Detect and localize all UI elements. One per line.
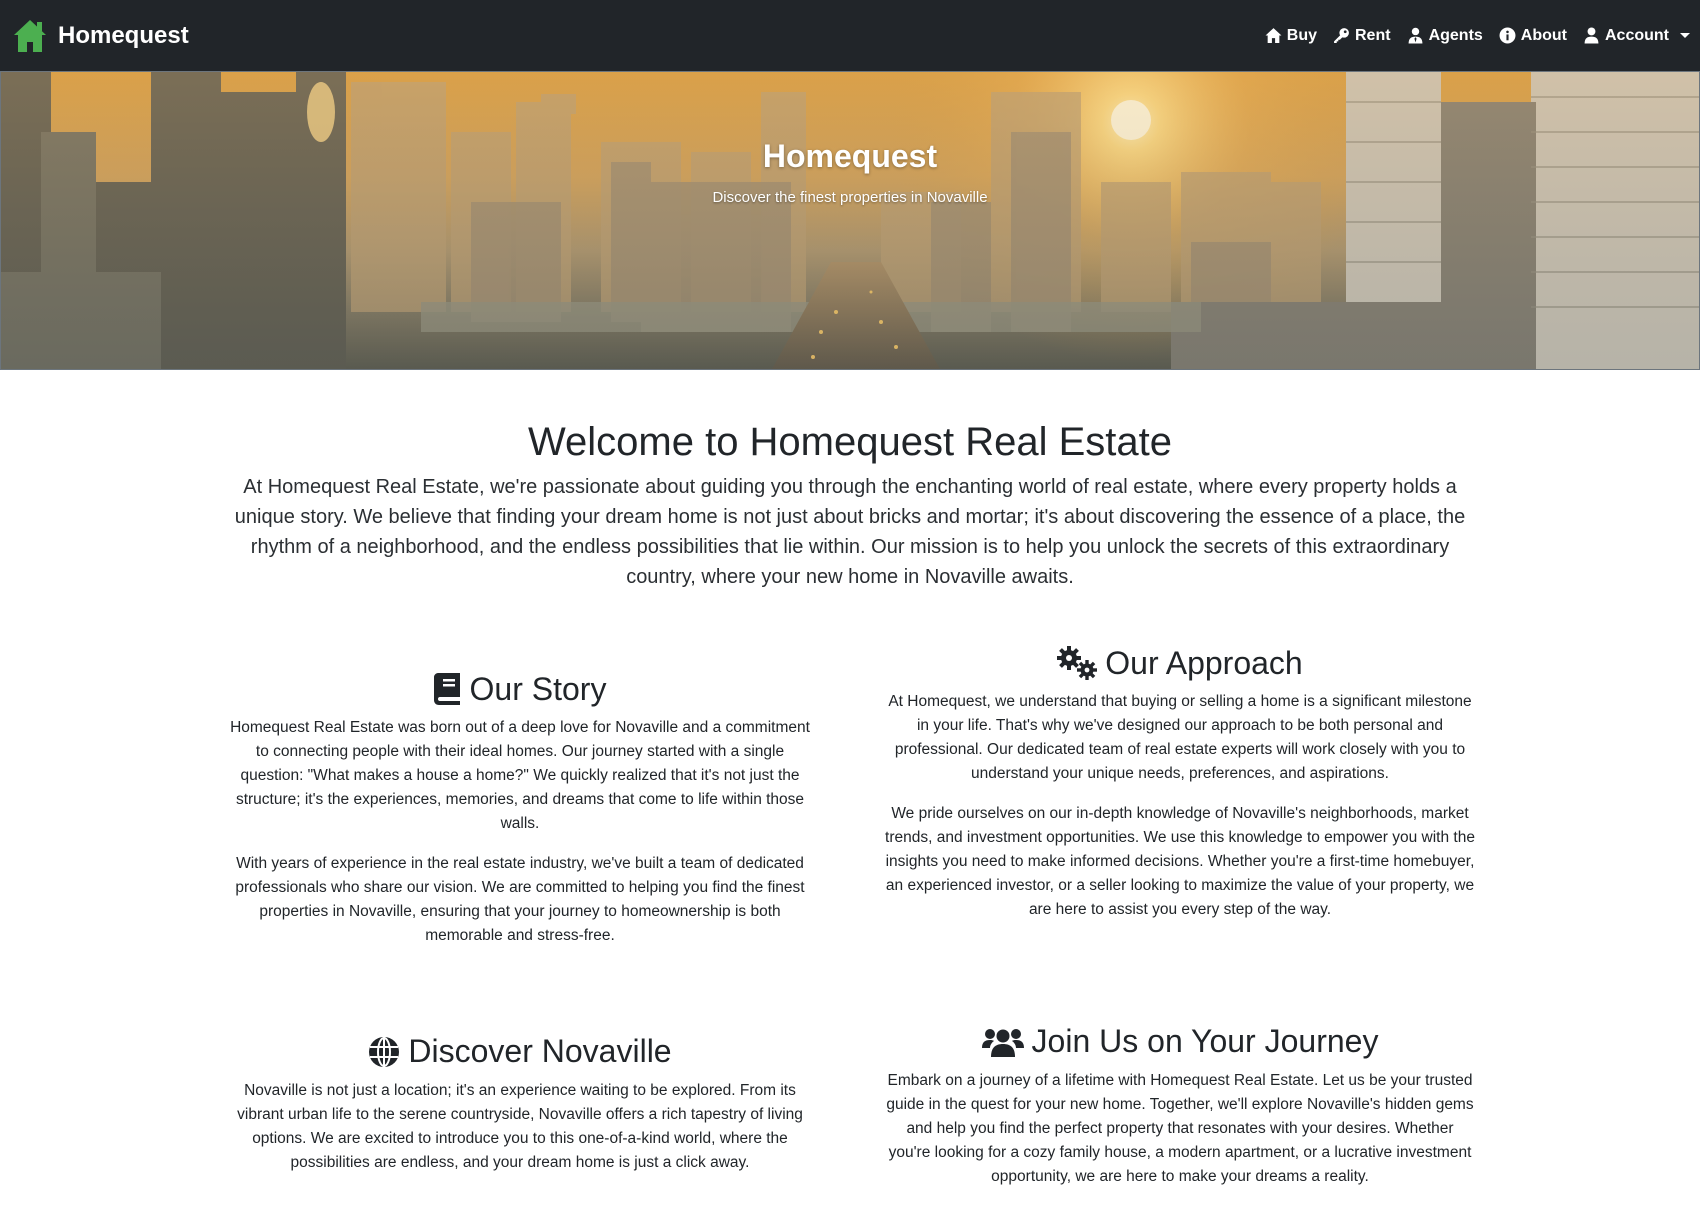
city-skyline-image <box>1 72 1699 369</box>
discover-novaville-section: Discover Novaville Novaville is not just… <box>224 964 816 1204</box>
our-story-paragraph-2: With years of experience in the real est… <box>235 855 805 945</box>
house-logo-icon <box>14 19 46 52</box>
nav-buy[interactable]: Buy <box>1265 27 1317 45</box>
nav-account-label: Account <box>1605 26 1669 44</box>
user-icon <box>1584 27 1599 44</box>
info-icon <box>1499 27 1516 44</box>
nav-buy-label: Buy <box>1286 26 1317 44</box>
hero-subtitle: Discover the finest properties in Novavi… <box>712 189 988 206</box>
discover-novaville-title: Discover Novaville <box>408 1033 672 1070</box>
join-us-heading: Join Us on Your Journey <box>884 1022 1476 1060</box>
globe-icon <box>369 1036 400 1067</box>
hero-text: Homequest Discover the finest properties… <box>1 138 1699 206</box>
agent-icon <box>1408 27 1422 44</box>
nav-account-dropdown[interactable]: Account <box>1583 27 1690 45</box>
brand-name: Homequest <box>58 21 189 49</box>
our-approach-paragraph-1: At Homequest, we understand that buying … <box>888 693 1472 783</box>
nav-agents-label: Agents <box>1428 26 1483 44</box>
hero-banner: Homequest Discover the finest properties… <box>0 71 1700 370</box>
our-approach-section: Our Approach At Homequest, we understand… <box>884 644 1476 964</box>
brand-link[interactable]: Homequest <box>12 18 189 54</box>
our-story-heading: Our Story <box>224 670 816 708</box>
welcome-title: Welcome to Homequest Real Estate <box>527 420 1172 464</box>
main-content: Welcome to Homequest Real Estate At Home… <box>224 418 1476 1205</box>
nav-about-label: About <box>1520 26 1567 44</box>
nav-agents[interactable]: Agents <box>1407 27 1483 45</box>
join-us-paragraph: Embark on a journey of a lifetime with H… <box>886 1071 1474 1185</box>
nav-rent-label: Rent <box>1355 26 1391 44</box>
our-story-section: Our Story Homequest Real Estate was born… <box>224 644 816 964</box>
nav-rent[interactable]: Rent <box>1333 27 1391 45</box>
sections-grid: Our Story Homequest Real Estate was born… <box>224 644 1476 1205</box>
hero-title: Homequest <box>762 138 938 174</box>
our-approach-heading: Our Approach <box>884 644 1476 682</box>
discover-novaville-heading: Discover Novaville <box>224 1032 816 1070</box>
navbar: Homequest Buy Rent Agents About Account <box>0 0 1700 71</box>
gears-icon <box>1057 646 1098 681</box>
join-us-section: Join Us on Your Journey Embark on a jour… <box>884 964 1476 1204</box>
our-story-title: Our Story <box>469 671 607 707</box>
discover-novaville-paragraph: Novaville is not just a location; it's a… <box>237 1081 803 1171</box>
nav-about[interactable]: About <box>1499 27 1567 45</box>
our-approach-paragraph-2: We pride ourselves on our in-depth knowl… <box>885 805 1475 919</box>
our-approach-title: Our Approach <box>1105 645 1303 681</box>
nav-links: Buy Rent Agents About Account <box>1265 27 1690 45</box>
home-icon <box>1265 28 1282 43</box>
our-story-paragraph-1: Homequest Real Estate was born out of a … <box>230 719 810 833</box>
users-icon <box>981 1028 1024 1057</box>
welcome-lead: At Homequest Real Estate, we're passiona… <box>234 476 1466 588</box>
book-icon <box>433 673 460 706</box>
join-us-title: Join Us on Your Journey <box>1031 1023 1379 1060</box>
chevron-down-icon <box>1680 33 1690 38</box>
key-icon <box>1334 28 1349 43</box>
